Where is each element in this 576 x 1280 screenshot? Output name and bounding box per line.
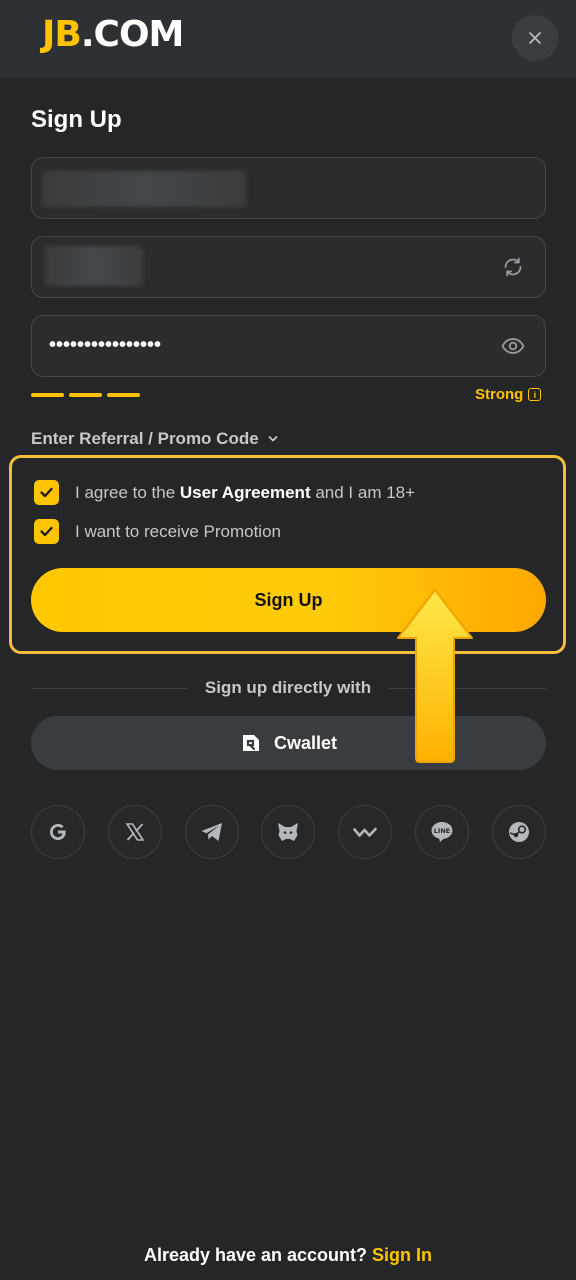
captcha-image-redacted — [45, 246, 143, 286]
x-button[interactable] — [108, 805, 162, 859]
refresh-icon[interactable] — [501, 255, 525, 279]
agreement-row[interactable]: I agree to the User Agreement and I am 1… — [34, 480, 415, 505]
google-button[interactable] — [31, 805, 85, 859]
steam-button[interactable] — [492, 805, 546, 859]
referral-toggle[interactable]: Enter Referral / Promo Code — [31, 429, 279, 449]
strength-label: Strong i — [475, 386, 542, 403]
check-icon — [40, 526, 53, 537]
password-value: •••••••••••••••• — [49, 334, 162, 356]
strength-bar-segment — [107, 393, 140, 397]
email-value-redacted — [42, 171, 246, 207]
strength-bar-segment — [69, 393, 102, 397]
email-field[interactable] — [31, 157, 546, 219]
password-field[interactable]: •••••••••••••••• — [31, 315, 546, 377]
google-icon — [50, 824, 66, 840]
agreement-checkbox[interactable] — [34, 480, 59, 505]
line-icon: LINE — [431, 822, 453, 842]
info-icon[interactable]: i — [528, 388, 542, 401]
captcha-field[interactable] — [31, 236, 546, 298]
close-button[interactable] — [512, 15, 558, 61]
logo: JB.COM — [42, 14, 184, 55]
chevron-down-icon — [268, 436, 278, 442]
sign-in-link[interactable]: Sign In — [372, 1245, 432, 1265]
strength-bar-segment — [31, 393, 64, 397]
svg-text:LINE: LINE — [434, 827, 450, 835]
pointer-arrow — [397, 589, 473, 763]
close-icon — [529, 32, 541, 44]
promotion-label: I want to receive Promotion — [75, 521, 281, 541]
line-button[interactable]: LINE — [415, 805, 469, 859]
divider-text: Sign up directly with — [204, 678, 372, 697]
top-bar: JB.COM — [0, 0, 576, 78]
x-icon — [125, 823, 145, 841]
page-title: Sign Up — [31, 106, 122, 133]
eye-icon[interactable] — [501, 334, 525, 358]
check-icon — [40, 487, 53, 498]
metamask-icon — [278, 823, 298, 841]
promotion-row[interactable]: I want to receive Promotion — [34, 519, 281, 544]
agreement-label: I agree to the User Agreement and I am 1… — [75, 482, 416, 502]
cwallet-icon — [242, 735, 259, 751]
user-agreement-link[interactable]: User Agreement — [180, 483, 311, 502]
sign-in-prompt: Already have an account? Sign In — [143, 1245, 433, 1265]
walletconnect-button[interactable] — [338, 805, 392, 859]
steam-icon — [509, 822, 529, 842]
promotion-checkbox[interactable] — [34, 519, 59, 544]
metamask-button[interactable] — [261, 805, 315, 859]
telegram-button[interactable] — [185, 805, 239, 859]
telegram-icon — [201, 823, 222, 841]
walletconnect-icon — [353, 827, 377, 837]
